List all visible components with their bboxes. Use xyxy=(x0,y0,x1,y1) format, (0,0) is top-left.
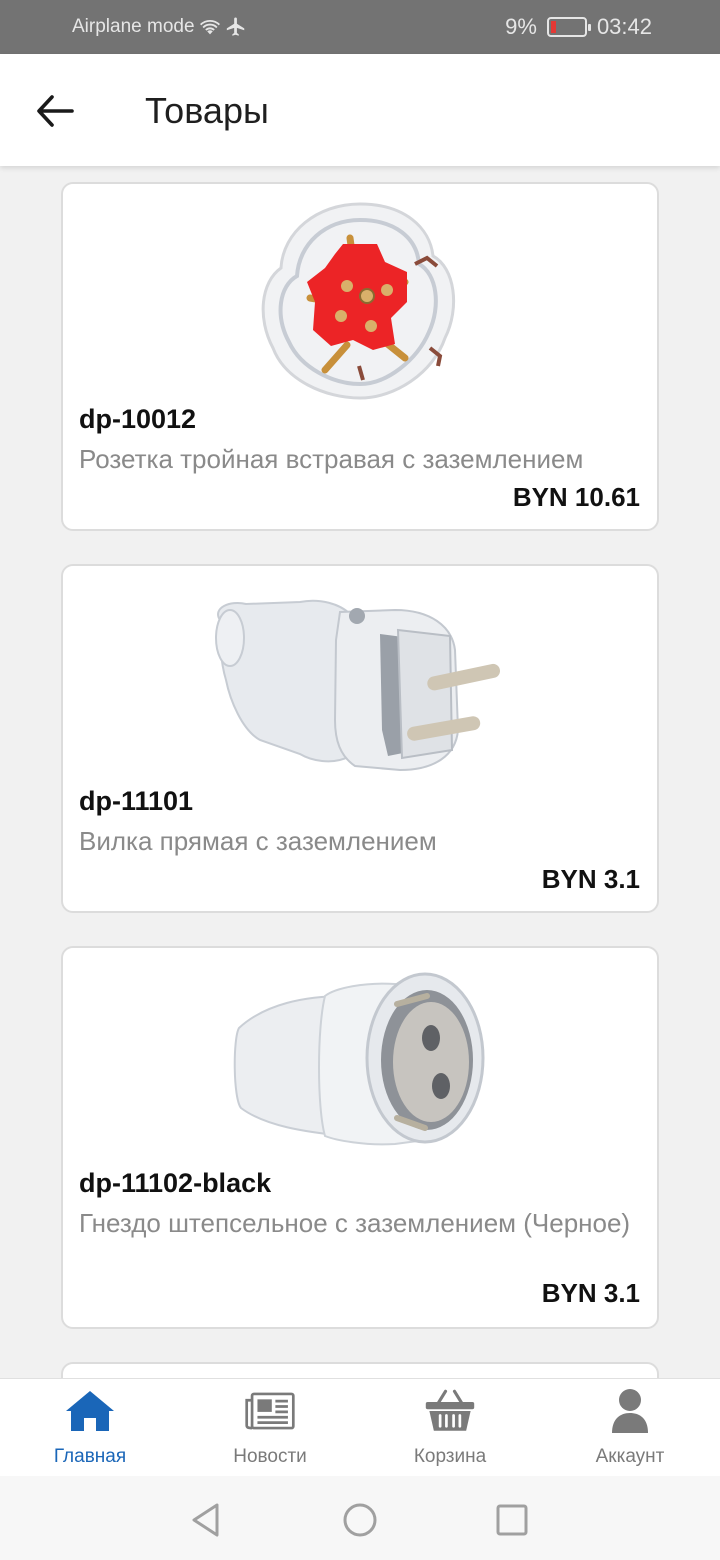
nav-item-news[interactable]: Новости xyxy=(180,1379,360,1477)
product-sku: dp-11102-black xyxy=(79,1168,272,1198)
wifi-icon xyxy=(199,20,220,35)
nav-label-cart: Корзина xyxy=(413,1446,487,1467)
newspaper-icon xyxy=(245,1392,295,1430)
product-card[interactable]: dp-11102-black Гнездо штепсельное с зазе… xyxy=(61,946,659,1329)
nav-label-home: Главная xyxy=(53,1446,127,1467)
product-name: Вилка прямая с заземлением xyxy=(79,826,437,856)
battery-percent: 9% xyxy=(505,14,537,39)
status-right: 9% 03:42 xyxy=(505,14,652,40)
app-screen: Airplane mode 9% 03:42 Товары dp-10012 Р… xyxy=(0,0,720,1560)
product-name: Розетка тройная встравая с заземлением xyxy=(79,444,584,474)
nav-label-news: Новости xyxy=(233,1446,307,1467)
product-image-plug xyxy=(63,580,657,790)
user-icon xyxy=(612,1389,648,1433)
status-bar: Airplane mode 9% 03:42 xyxy=(0,0,720,54)
home-icon xyxy=(66,1391,114,1431)
back-triangle-icon[interactable] xyxy=(186,1500,226,1540)
product-price: BYN 3.1 xyxy=(541,1278,640,1308)
system-navigation-bar xyxy=(0,1476,720,1560)
product-list[interactable]: dp-10012 Розетка тройная встравая с зазе… xyxy=(0,166,720,1378)
product-sku: dp-11101 xyxy=(79,786,194,816)
product-image-socket-connector xyxy=(63,968,657,1168)
status-left: Airplane mode xyxy=(72,16,247,38)
product-sku: dp-10012 xyxy=(79,404,197,434)
nav-label-account: Аккаунт xyxy=(595,1446,665,1467)
home-circle-icon[interactable] xyxy=(340,1500,380,1540)
product-name: Гнездо штепсельное с заземлением (Черное… xyxy=(79,1208,631,1238)
product-card[interactable] xyxy=(61,1362,659,1378)
product-image-triple-socket xyxy=(63,198,657,408)
airplane-mode-label: Airplane mode xyxy=(72,16,195,37)
basket-icon xyxy=(425,1389,475,1431)
nav-item-account[interactable]: Аккаунт xyxy=(540,1379,720,1477)
airplane-icon xyxy=(226,17,244,36)
battery-icon xyxy=(546,17,591,37)
app-bar: Товары xyxy=(0,54,720,166)
product-price: BYN 10.61 xyxy=(512,482,640,512)
page-title: Товары xyxy=(145,90,269,131)
clock: 03:42 xyxy=(596,14,652,39)
product-price: BYN 3.1 xyxy=(541,864,640,894)
nav-item-cart[interactable]: Корзина xyxy=(360,1379,540,1477)
arrow-left-icon xyxy=(37,95,74,127)
recents-square-icon[interactable] xyxy=(492,1500,532,1540)
bottom-navigation: Главная Новости Корзина Аккаунт xyxy=(0,1378,720,1476)
product-card[interactable]: dp-11101 Вилка прямая с заземлением BYN … xyxy=(61,564,659,913)
product-card[interactable]: dp-10012 Розетка тройная встравая с зазе… xyxy=(61,182,659,531)
nav-item-home[interactable]: Главная xyxy=(0,1379,180,1477)
back-button[interactable] xyxy=(30,86,80,136)
